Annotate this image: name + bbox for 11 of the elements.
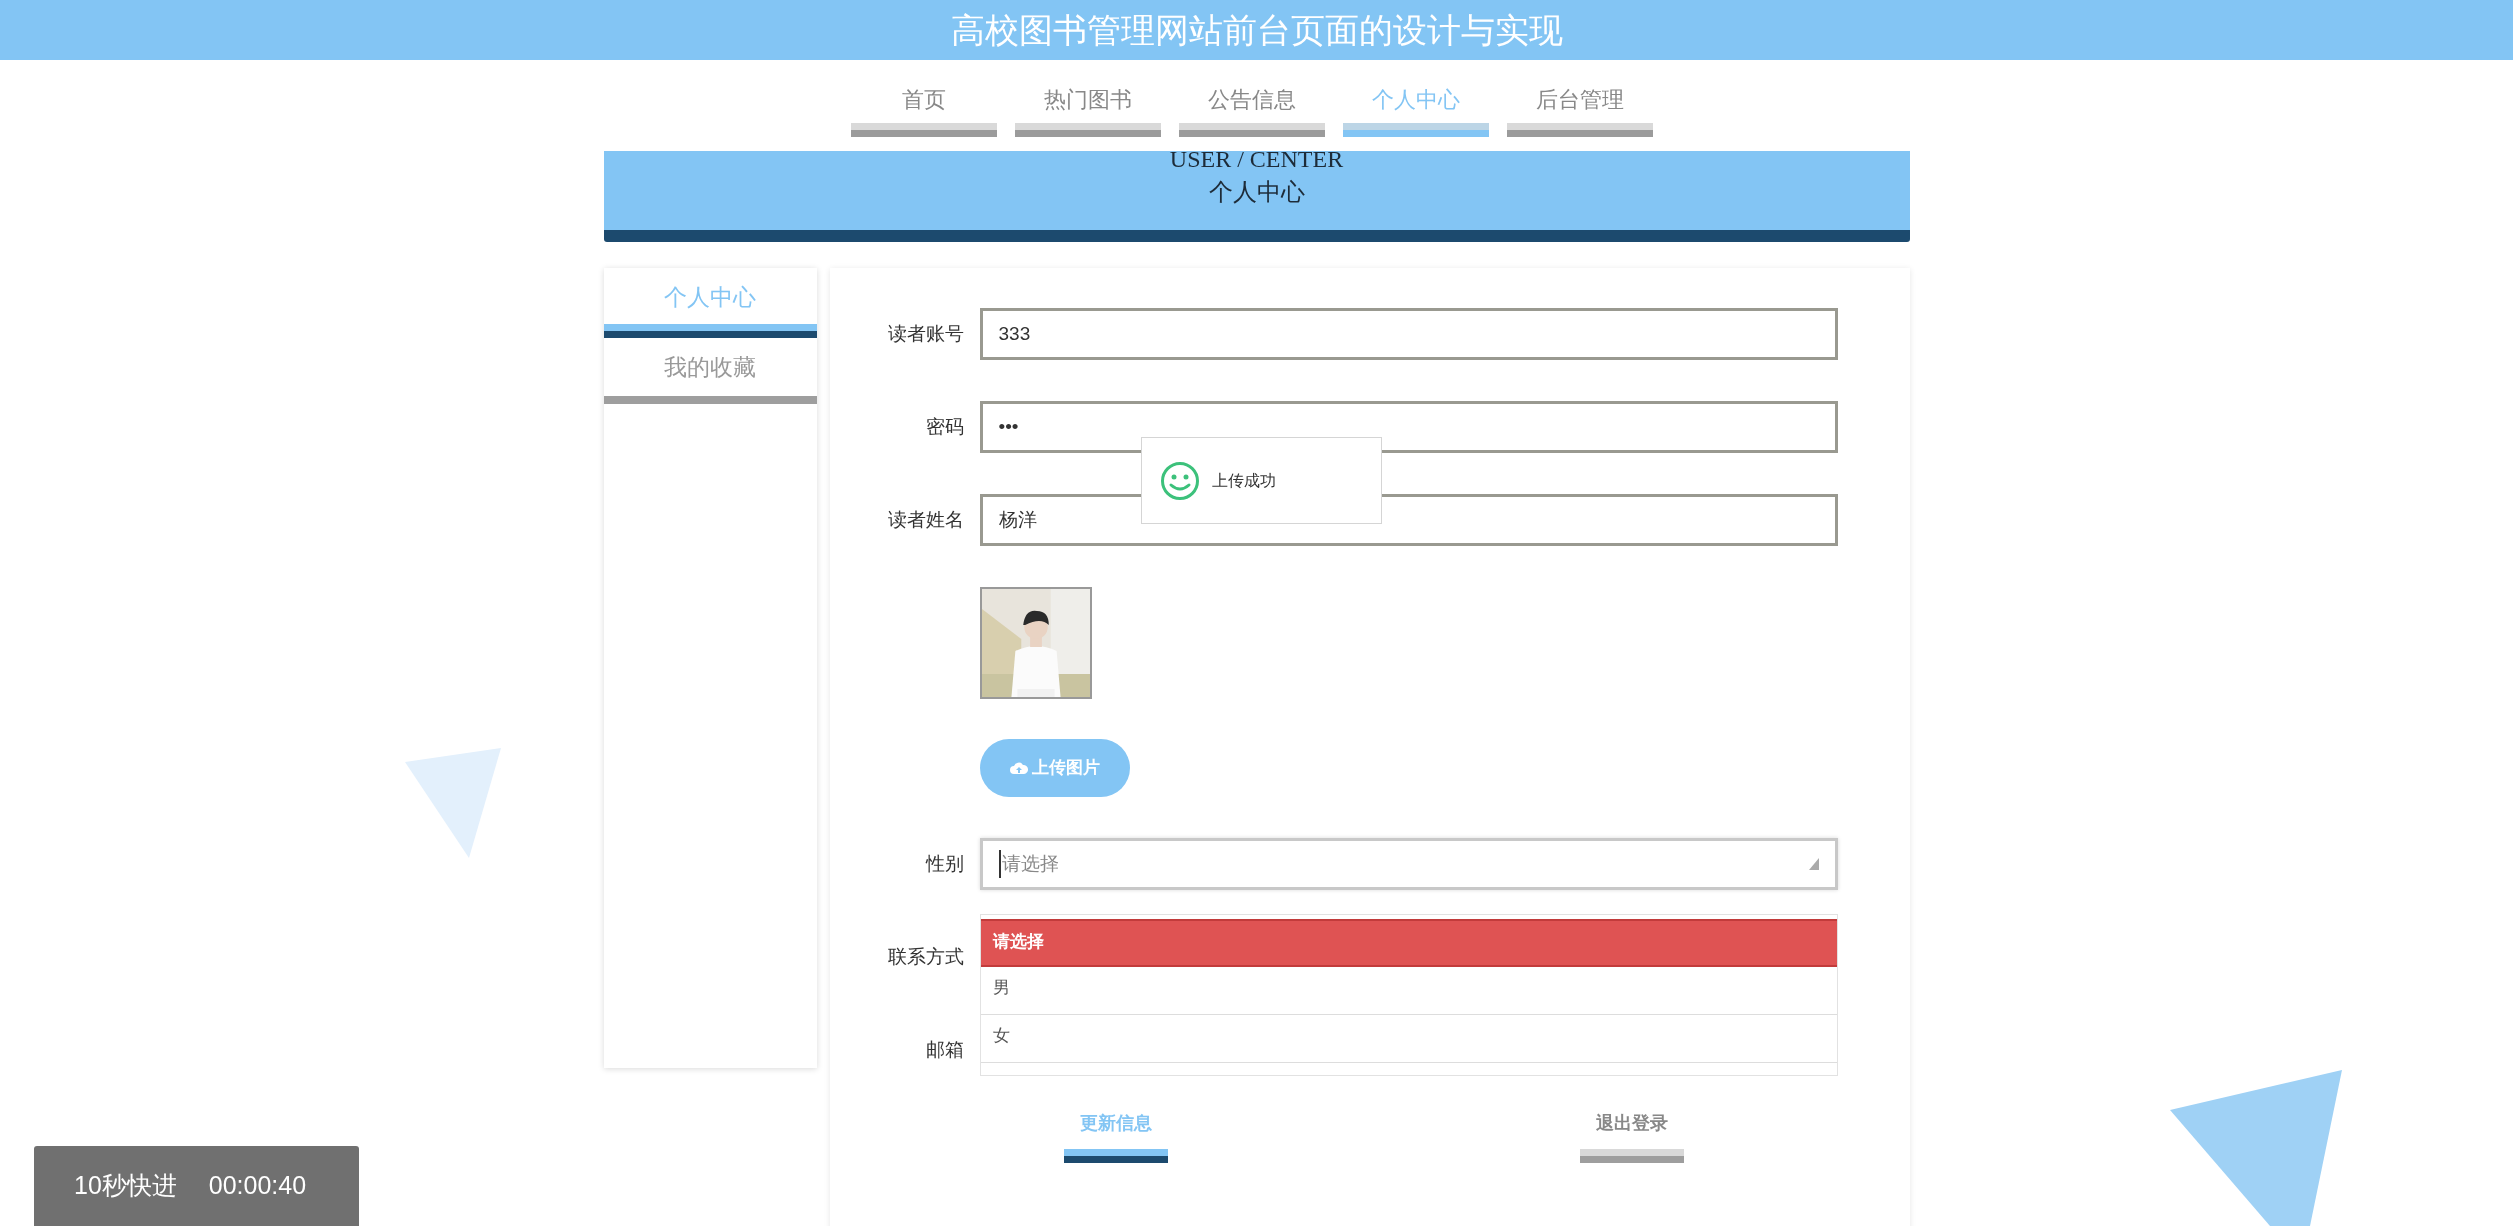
banner-title: 个人中心: [1208, 177, 1305, 207]
field-label: 联系方式: [886, 944, 965, 969]
field-label: 密码: [924, 414, 965, 439]
playback-time: 00:00:40: [208, 1170, 307, 1202]
banner-subtitle: USER / CENTER: [1169, 147, 1344, 171]
field-label: 读者账号: [886, 321, 965, 346]
field-label: 性别: [924, 851, 965, 876]
toast-message: 上传成功: [1141, 437, 1382, 524]
site-title: 高校图书管理网站前台页面的设计与实现: [950, 9, 1563, 51]
field-label: 读者姓名: [886, 507, 965, 532]
field-label: 邮箱: [924, 1037, 965, 1062]
